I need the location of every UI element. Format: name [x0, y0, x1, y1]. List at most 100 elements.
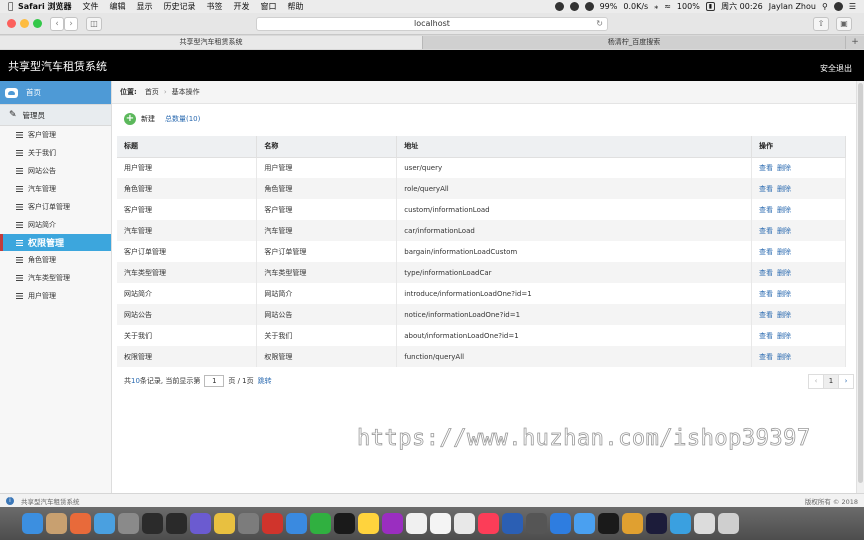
sidebar-item-orders[interactable]: 客户订单管理 [0, 198, 111, 216]
dock-app-icon[interactable] [454, 513, 475, 534]
dock-app-icon[interactable] [526, 513, 547, 534]
dock-app-icon[interactable] [142, 513, 163, 534]
notification-center-icon[interactable]: ☰ [849, 2, 856, 11]
dock-app-icon[interactable] [646, 513, 667, 534]
page-number-input[interactable]: 1 [204, 375, 225, 387]
sidebar-item-car-types[interactable]: 汽车类型管理 [0, 269, 111, 287]
breadcrumb-home[interactable]: 首页 [145, 87, 159, 97]
tab-car-rental[interactable]: 共享型汽车租赁系统 [0, 36, 423, 49]
sidebar-item-users[interactable]: 用户管理 [0, 287, 111, 305]
dock-app-icon[interactable] [22, 513, 43, 534]
user-name[interactable]: Jaylan Zhou [769, 2, 816, 11]
view-link[interactable]: 查看 [759, 248, 773, 256]
delete-link[interactable]: 删除 [777, 227, 791, 235]
view-link[interactable]: 查看 [759, 311, 773, 319]
menu-develop[interactable]: 开发 [234, 1, 250, 12]
delete-link[interactable]: 删除 [777, 206, 791, 214]
tab-baidu-search[interactable]: 杨清柠_百度搜索 [423, 36, 846, 49]
delete-link[interactable]: 删除 [777, 290, 791, 298]
delete-link[interactable]: 删除 [777, 185, 791, 193]
prev-page-button[interactable]: ‹ [808, 374, 824, 389]
dock-app-icon[interactable] [214, 513, 235, 534]
show-tabs-icon[interactable]: ▣ [836, 17, 852, 31]
dock-app-icon[interactable] [478, 513, 499, 534]
delete-link[interactable]: 删除 [777, 164, 791, 172]
wechat-icon[interactable] [569, 2, 579, 11]
add-icon[interactable]: + [124, 113, 136, 125]
menu-edit[interactable]: 编辑 [110, 1, 126, 12]
dock-app-icon[interactable] [718, 513, 739, 534]
scrollbar-thumb[interactable] [858, 83, 863, 483]
new-button[interactable]: 新建 [141, 114, 155, 124]
battery-icon[interactable]: ▮ [705, 2, 716, 11]
share-icon[interactable]: ⇧ [813, 17, 829, 31]
dock-app-icon[interactable] [70, 513, 91, 534]
menu-app-name[interactable]: Safari 浏览器 [18, 1, 72, 12]
minimize-window-button[interactable] [20, 19, 29, 28]
view-link[interactable]: 查看 [759, 206, 773, 214]
dock-app-icon[interactable] [550, 513, 571, 534]
sidebar-toggle-icon[interactable]: ◫ [86, 17, 102, 31]
view-link[interactable]: 查看 [759, 269, 773, 277]
page-button-current[interactable]: 1 [823, 374, 839, 389]
menu-history[interactable]: 历史记录 [164, 1, 196, 12]
view-link[interactable]: 查看 [759, 164, 773, 172]
siri-icon[interactable] [833, 2, 843, 11]
menu-window[interactable]: 窗口 [261, 1, 277, 12]
dock-app-icon[interactable] [238, 513, 259, 534]
menu-bookmarks[interactable]: 书签 [207, 1, 223, 12]
logout-link[interactable]: 安全退出 [820, 63, 852, 74]
view-link[interactable]: 查看 [759, 185, 773, 193]
dock-app-icon[interactable] [382, 513, 403, 534]
dock-app-icon[interactable] [262, 513, 283, 534]
delete-link[interactable]: 删除 [777, 248, 791, 256]
sidebar-group-admin[interactable]: ✎ 管理员 [0, 104, 111, 126]
back-button[interactable]: ‹ [50, 17, 64, 31]
dock-app-icon[interactable] [286, 513, 307, 534]
sidebar-item-intro[interactable]: 网站简介 [0, 216, 111, 234]
forward-button[interactable]: › [64, 17, 78, 31]
sidebar-item-roles[interactable]: 角色管理 [0, 251, 111, 269]
sidebar-item-about[interactable]: 关于我们 [0, 144, 111, 162]
delete-link[interactable]: 删除 [777, 353, 791, 361]
vertical-scrollbar[interactable] [856, 81, 864, 493]
menu-file[interactable]: 文件 [83, 1, 99, 12]
dock-app-icon[interactable] [94, 513, 115, 534]
dock-app-icon[interactable] [190, 513, 211, 534]
view-link[interactable]: 查看 [759, 332, 773, 340]
zoom-window-button[interactable] [33, 19, 42, 28]
spotlight-icon[interactable]: ⚲ [822, 2, 828, 11]
close-window-button[interactable] [7, 19, 16, 28]
dock-app-icon[interactable] [166, 513, 187, 534]
dock-app-icon[interactable] [694, 513, 715, 534]
menu-view[interactable]: 显示 [137, 1, 153, 12]
dock-app-icon[interactable] [502, 513, 523, 534]
next-page-button[interactable]: › [838, 374, 854, 389]
reload-icon[interactable]: ↻ [596, 18, 603, 30]
menu-help[interactable]: 帮助 [288, 1, 304, 12]
sidebar-item-permissions[interactable]: 权限管理 [0, 234, 111, 251]
apple-icon[interactable]:  [8, 2, 18, 12]
status-app-icon[interactable] [554, 2, 564, 11]
view-link[interactable]: 查看 [759, 353, 773, 361]
qq-icon[interactable] [584, 2, 594, 11]
wifi-icon[interactable]: ≈ [664, 2, 671, 11]
dock-app-icon[interactable] [406, 513, 427, 534]
delete-link[interactable]: 删除 [777, 332, 791, 340]
dock-app-icon[interactable] [598, 513, 619, 534]
sidebar-item-cars[interactable]: 汽车管理 [0, 180, 111, 198]
dock-app-icon[interactable] [118, 513, 139, 534]
dock-app-icon[interactable] [46, 513, 67, 534]
dock-app-icon[interactable] [430, 513, 451, 534]
dock-app-icon[interactable] [334, 513, 355, 534]
dock-app-icon[interactable] [670, 513, 691, 534]
datetime[interactable]: 周六 00:26 [721, 1, 763, 12]
delete-link[interactable]: 删除 [777, 269, 791, 277]
dock-app-icon[interactable] [622, 513, 643, 534]
dock-app-icon[interactable] [310, 513, 331, 534]
view-link[interactable]: 查看 [759, 290, 773, 298]
sidebar-item-customers[interactable]: 客户管理 [0, 126, 111, 144]
new-tab-icon[interactable]: + [846, 36, 864, 49]
bluetooth-icon[interactable]: ⁎ [654, 2, 658, 11]
dock-app-icon[interactable] [358, 513, 379, 534]
